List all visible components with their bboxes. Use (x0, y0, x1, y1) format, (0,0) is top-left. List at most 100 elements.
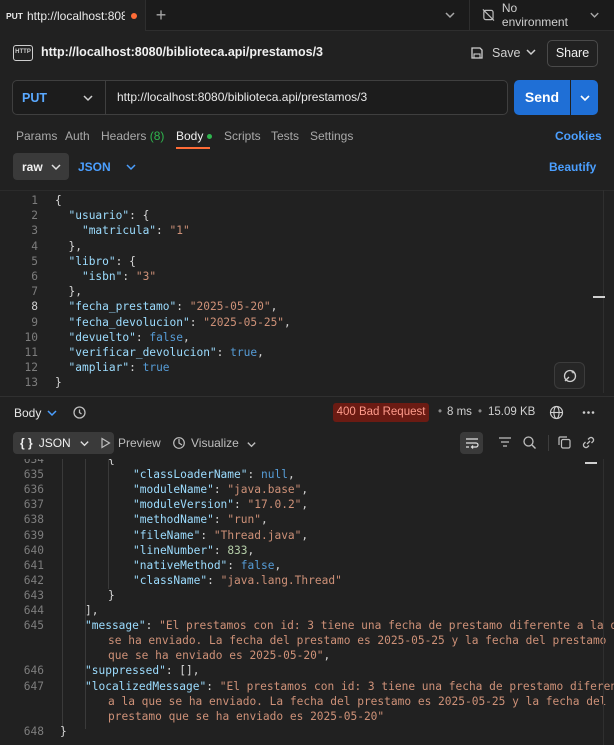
code-token: "moduleName" (133, 483, 214, 497)
line-number: 639 (23, 528, 44, 542)
tab-auth[interactable]: Auth (65, 129, 90, 143)
code-token: "El prestamos con id: 3 tiene una fecha … (219, 679, 614, 693)
filter-icon[interactable] (498, 436, 512, 451)
tab-params[interactable]: Params (16, 129, 57, 143)
code-text: "moduleVersion": "17.0.2", (133, 497, 308, 512)
request-tab[interactable]: PUT http://localhost:8080/bi (0, 0, 146, 31)
response-line: se ha enviado. La fecha del prestamo es … (0, 633, 614, 648)
body-mode-label: raw (22, 159, 43, 174)
code-token: : (234, 498, 248, 512)
line-number: 11 (24, 346, 38, 359)
more-options-icon[interactable] (581, 405, 596, 423)
preview-label: Preview (118, 436, 161, 450)
save-label: Save (492, 46, 521, 60)
response-time[interactable]: 8 ms (447, 406, 472, 418)
url-input[interactable]: http://localhost:8080/biblioteca.api/pre… (117, 90, 367, 104)
beautify-button[interactable]: Beautify (549, 160, 596, 174)
globe-icon[interactable] (549, 405, 564, 423)
visualize-button[interactable]: Visualize (172, 436, 239, 450)
request-body-editor[interactable]: 1{2 "usuario": {3 "matricula": "1" 4 }, 5 … (0, 190, 614, 393)
response-format-select[interactable]: { } JSON (13, 432, 114, 454)
share-button[interactable]: Share (547, 40, 598, 67)
tab-headers[interactable]: Headers (8) (101, 129, 164, 143)
line-number: 1 (31, 194, 38, 207)
code-token: : (135, 330, 150, 344)
save-button[interactable]: Save (470, 42, 521, 64)
line-number: 3 (31, 224, 38, 238)
save-icon (471, 47, 483, 59)
response-section-label[interactable]: Body (14, 406, 41, 420)
code-token: "moduleVersion" (133, 498, 235, 512)
line-number: 648 (23, 724, 44, 738)
send-options-button[interactable] (571, 80, 598, 115)
chevron-down-icon (590, 12, 599, 18)
code-token: "nativeMethod" (133, 558, 228, 572)
code-token: : (129, 361, 143, 375)
line-number: 635 (23, 468, 44, 482)
tab-settings[interactable]: Settings (310, 129, 353, 143)
code-token: "verificar_devolucion" (68, 346, 217, 359)
search-icon[interactable] (522, 435, 537, 453)
tab-body[interactable]: Body (176, 129, 213, 143)
link-icon[interactable] (581, 435, 596, 453)
request-title[interactable]: http://localhost:8080/biblioteca.api/pre… (41, 45, 323, 59)
active-tab-indicator (176, 147, 210, 149)
code-token: prestamo que se ha enviado es 2025-05-20… (108, 709, 385, 723)
editor-scrollbar[interactable] (603, 190, 604, 393)
body-format-select[interactable]: JSON (78, 153, 137, 180)
chevron-down-icon[interactable] (46, 407, 58, 422)
code-token: : { (129, 209, 150, 223)
code-text: { (55, 193, 62, 208)
response-line: 648} (0, 724, 614, 739)
chevron-down-icon (126, 163, 136, 170)
line-number: 641 (23, 558, 44, 572)
preview-button[interactable]: Preview (100, 436, 161, 450)
line-number: 4 (31, 239, 38, 253)
code-text: que se ha enviado es 2025-05-20", (108, 648, 330, 663)
code-text: "verificar_devolucion": true, (55, 345, 264, 360)
code-token: : (156, 224, 170, 238)
code-token: "matricula" (81, 224, 157, 238)
code-token: false (240, 558, 275, 572)
chevron-down-icon[interactable] (246, 438, 257, 453)
line-number: 2 (31, 209, 38, 223)
response-scrollbar[interactable] (603, 459, 604, 745)
chevron-down-icon (80, 440, 89, 446)
code-token: "2025-05-20" (189, 300, 271, 314)
status-badge[interactable]: 400 Bad Request (333, 403, 429, 422)
code-text: "fileName": "Thread.java", (133, 528, 308, 543)
send-button[interactable]: Send (514, 80, 570, 115)
response-line: prestamo que se ha enviado es 2025-05-20… (0, 709, 614, 724)
tab-headers-label: Headers (101, 129, 147, 143)
code-text: "matricula": "1" (55, 223, 190, 238)
code-token: : (207, 573, 221, 587)
new-tab-plus-icon[interactable]: + (152, 6, 170, 24)
cookies-link[interactable]: Cookies (555, 129, 602, 143)
line-number: 9 (31, 315, 38, 329)
code-text: "usuario": { (55, 208, 149, 223)
environment-selector[interactable]: No environment (482, 1, 607, 29)
body-mode-select[interactable]: raw (13, 153, 69, 180)
response-line: 638 "methodName": "run", (0, 512, 614, 527)
code-token: , (257, 346, 264, 359)
response-body-viewer[interactable]: 634 {635 "classLoaderName": null, 636 "modul… (0, 459, 614, 745)
ai-assist-button[interactable] (554, 362, 585, 389)
tab-scripts[interactable]: Scripts (224, 129, 261, 143)
code-token: "2025-05-25" (203, 315, 285, 329)
tab-tests[interactable]: Tests (271, 129, 299, 143)
line-number: 6 (31, 270, 38, 283)
line-number: 644 (23, 604, 44, 617)
history-icon[interactable] (72, 405, 87, 423)
code-token: } (108, 588, 115, 602)
save-chevron-down-icon[interactable] (525, 46, 537, 61)
wrap-lines-button[interactable] (460, 432, 483, 454)
code-token: "suppressed" (85, 664, 166, 678)
divider (469, 0, 470, 31)
response-size[interactable]: 15.09 KB (488, 406, 535, 418)
copy-icon[interactable] (557, 435, 572, 453)
tabs-chevron-down-icon[interactable] (443, 8, 457, 22)
method-select[interactable]: PUT (12, 80, 106, 115)
